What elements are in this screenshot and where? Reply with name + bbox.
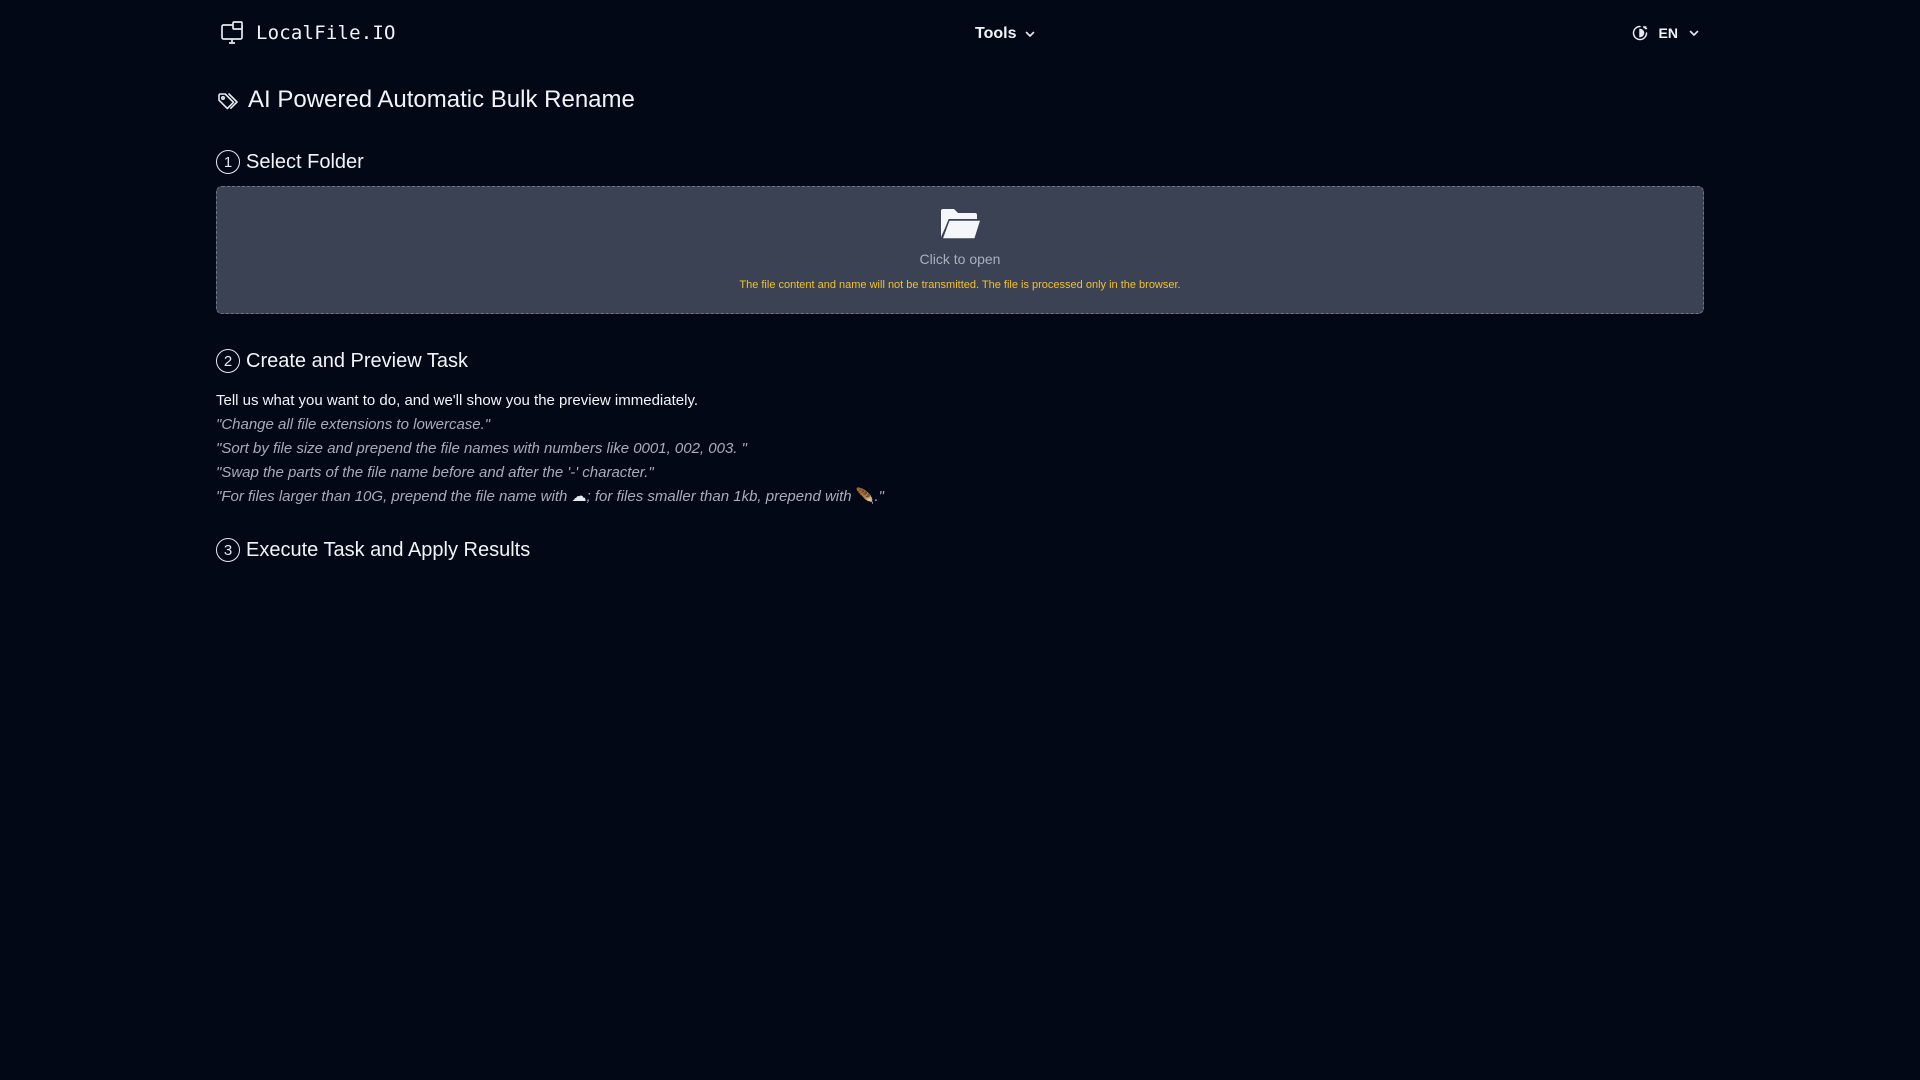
task-description: Tell us what you want to do, and we'll s… xyxy=(216,389,884,509)
example-item[interactable]: "Swap the parts of the file name before … xyxy=(216,461,884,485)
language-selector[interactable]: EN xyxy=(1631,24,1700,42)
page-title-text: AI Powered Automatic Bulk Rename xyxy=(248,86,635,113)
theme-toggle-icon[interactable] xyxy=(1631,24,1649,42)
example-item[interactable]: "Sort by file size and prepend the file … xyxy=(216,437,884,461)
step-number: 3 xyxy=(216,538,240,562)
example-text: ." xyxy=(874,488,885,505)
dropzone-label: Click to open xyxy=(919,251,1001,267)
example-item[interactable]: "Change all file extensions to lowercase… xyxy=(216,413,884,437)
page-title: AI Powered Automatic Bulk Rename xyxy=(216,84,1704,116)
computer-monitor-icon xyxy=(220,20,246,46)
tools-label: Tools xyxy=(975,25,1017,42)
section-create-task: 2 Create and Preview Task xyxy=(216,347,468,375)
page: LocalFile.IO Tools EN AI Powered Automat… xyxy=(0,0,1920,1080)
example-text: ; for files smaller than 1kb, prepend wi… xyxy=(586,488,856,505)
section-title: Select Folder xyxy=(246,150,364,173)
section-select-folder: 1 Select Folder xyxy=(216,148,364,176)
top-nav: LocalFile.IO Tools EN xyxy=(216,18,1704,52)
step-number: 1 xyxy=(216,150,240,174)
tags-icon xyxy=(216,90,240,114)
example-text: "For files larger than 10G, prepend the … xyxy=(216,488,572,505)
section-title: Create and Preview Task xyxy=(246,349,468,372)
task-intro: Tell us what you want to do, and we'll s… xyxy=(216,392,698,409)
section-title: Execute Task and Apply Results xyxy=(246,538,531,561)
main-content: AI Powered Automatic Bulk Rename 1 Selec… xyxy=(216,84,1704,562)
example-item[interactable]: "For files larger than 10G, prepend the … xyxy=(216,485,884,509)
folder-dropzone[interactable]: Click to open The file content and name … xyxy=(216,186,1704,314)
chevron-down-icon xyxy=(1024,28,1036,40)
language-label: EN xyxy=(1658,25,1678,41)
section-execute-task: 3 Execute Task and Apply Results xyxy=(216,536,530,564)
logo-link[interactable]: LocalFile.IO xyxy=(220,20,396,46)
cloud-icon: ☁ xyxy=(571,488,587,505)
chevron-down-icon xyxy=(1688,27,1700,39)
step-number: 2 xyxy=(216,349,240,373)
privacy-note: The file content and name will not be tr… xyxy=(739,279,1181,291)
feather-icon: 🪶 xyxy=(855,488,875,505)
folder-open-icon xyxy=(939,207,983,241)
tools-menu-button[interactable]: Tools xyxy=(975,25,1036,43)
logo-text: LocalFile.IO xyxy=(256,22,396,44)
